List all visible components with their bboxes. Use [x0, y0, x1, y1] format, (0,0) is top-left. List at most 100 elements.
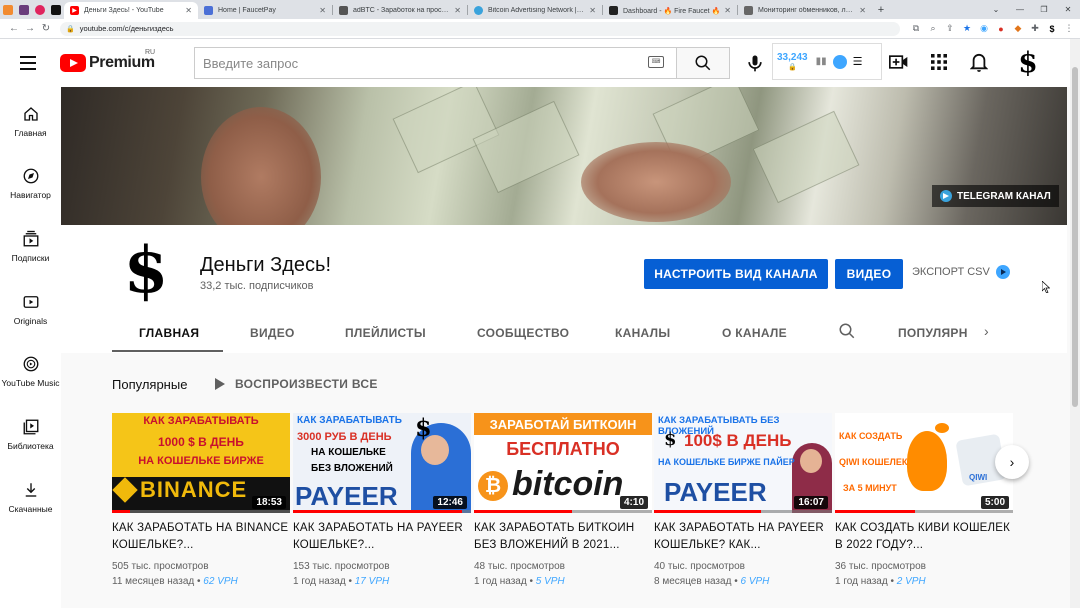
guide-menu-icon[interactable] [20, 53, 40, 73]
tab-community[interactable]: СООБЩЕСТВО [477, 314, 569, 352]
video-card[interactable]: КАК ЗАРАБАТЫВАТЬ 3000 РУБ В ДЕНЬ НА КОШЕ… [293, 413, 471, 589]
voice-search-button[interactable] [745, 53, 765, 73]
video-thumbnail[interactable]: ЗАРАБОТАЙ БИТКОИН БЕСПЛАТНО ₿ bitcoin 4:… [474, 413, 652, 513]
forward-icon[interactable]: → [22, 23, 38, 34]
extension-metamask-icon[interactable]: ◆ [1013, 23, 1023, 34]
menu-lines-icon[interactable]: ☰ [853, 55, 863, 68]
close-tab-icon[interactable]: ✕ [859, 6, 866, 15]
tab-search-icon[interactable]: ⌄ [984, 5, 1008, 14]
tab-about[interactable]: О КАНАЛЕ [722, 314, 787, 352]
watch-progress [474, 510, 572, 513]
share-icon[interactable]: ⇪ [945, 23, 955, 34]
youtube-premium-logo[interactable]: Premium RU [60, 49, 155, 73]
video-thumbnail[interactable]: КАК ЗАРАБАТЫВАТЬ БЕЗ ВЛОЖЕНИЙ $ 100$ В Д… [654, 413, 832, 513]
tab-home[interactable]: ГЛАВНАЯ [139, 314, 199, 352]
guide-item-home[interactable]: Главная [0, 105, 61, 138]
browser-tab-6[interactable]: Мониторинг обменников, лучш ✕ [738, 2, 872, 19]
pinned-tab-3[interactable] [32, 0, 48, 19]
close-tab-icon[interactable]: ✕ [319, 6, 326, 15]
extension-red-icon[interactable]: ● [996, 24, 1006, 34]
bar-chart-icon[interactable]: ▮▮ [816, 56, 827, 67]
video-card[interactable]: ЗАРАБОТАЙ БИТКОИН БЕСПЛАТНО ₿ bitcoin 4:… [474, 413, 652, 589]
close-window-icon[interactable]: ✕ [1056, 5, 1080, 14]
video-card[interactable]: КАК СОЗДАТЬ QIWI КОШЕЛЕК ЗА 5 МИНУТ QIWI… [835, 413, 1013, 589]
new-tab-button[interactable]: + [872, 4, 890, 16]
reload-icon[interactable]: ↻ [38, 23, 54, 34]
extension-puzzle-icon[interactable]: ✚ [1030, 23, 1040, 34]
tabs-scroll-right-icon[interactable]: › [984, 323, 989, 339]
profile-dollar-icon[interactable]: $ [1047, 24, 1057, 34]
video-title[interactable]: КАК ЗАРАБОТАТЬ НА PAYEER КОШЕЛЬКЕ?... [293, 520, 471, 554]
keyboard-icon[interactable]: ⌨ [648, 56, 664, 68]
zoom-icon[interactable]: ⌕ [928, 23, 938, 34]
browser-tab-title: Мониторинг обменников, лучш [758, 7, 856, 14]
account-avatar[interactable]: $ [1013, 47, 1043, 79]
restore-icon[interactable]: ❐ [1032, 5, 1056, 14]
pinned-tab-1[interactable] [0, 0, 16, 19]
address-bar[interactable]: 🔒 youtube.com/c/деньгиздесь [60, 21, 900, 36]
apps-button[interactable] [928, 51, 950, 73]
tab-playlists[interactable]: ПЛЕЙЛИСТЫ [345, 314, 426, 352]
open-external-icon[interactable]: ⧉ [911, 23, 921, 34]
browser-tab-4[interactable]: Bitcoin Advertising Network | CO ✕ [468, 2, 602, 19]
video-thumbnail[interactable]: КАК ЗАРАБАТЫВАТЬ 3000 РУБ В ДЕНЬ НА КОШЕ… [293, 413, 471, 513]
video-title[interactable]: КАК ЗАРАБОТАТЬ БИТКОИН БЕЗ ВЛОЖЕНИЙ В 20… [474, 520, 652, 554]
guide-item-subscriptions[interactable]: Подписки [0, 230, 61, 263]
music-icon [22, 355, 40, 373]
close-tab-icon[interactable]: ✕ [589, 6, 596, 15]
library-icon [22, 418, 40, 436]
notifications-button[interactable] [968, 51, 990, 73]
thumbnail-text: КАК СОЗДАТЬ [839, 431, 903, 441]
video-card[interactable]: КАК ЗАРАБАТЫВАТЬ БЕЗ ВЛОЖЕНИЙ $ 100$ В Д… [654, 413, 832, 589]
video-thumbnail[interactable]: КАК ЗАРАБАТЫВАТЬ 1000 $ В ДЕНЬ НА КОШЕЛЬ… [112, 413, 290, 513]
channel-search-button[interactable] [838, 322, 856, 340]
minimize-icon[interactable]: — [1008, 5, 1032, 14]
guide-item-library[interactable]: Библиотека [0, 418, 61, 451]
browser-tab-title: Home | FaucetPay [218, 7, 276, 14]
video-duration: 5:00 [980, 496, 1009, 509]
browser-tab-1[interactable]: ▶ Деньги Здесь! - YouTube ✕ [64, 2, 198, 19]
tab-popular[interactable]: ПОПУЛЯРНЫ [898, 314, 968, 352]
page-scrollbar[interactable] [1070, 39, 1080, 608]
guide-item-downloads[interactable]: Скачанные [0, 481, 61, 514]
play-all-button[interactable]: ВОСПРОИЗВЕСТИ ВСЕ [215, 377, 378, 391]
bookmark-star-icon[interactable]: ★ [962, 23, 972, 34]
export-csv-button[interactable]: ЭКСПОРТ CSV [912, 265, 1010, 279]
close-tab-icon[interactable]: ✕ [185, 6, 192, 15]
video-title[interactable]: КАК СОЗДАТЬ КИВИ КОШЕЛЕК В 2022 ГОДУ?... [835, 520, 1013, 554]
shelf-next-button[interactable]: › [995, 445, 1029, 479]
guide-item-music[interactable]: YouTube Music [0, 355, 61, 388]
close-tab-icon[interactable]: ✕ [724, 6, 731, 15]
guide-label: YouTube Music [1, 378, 60, 388]
video-title[interactable]: КАК ЗАРАБОТАТЬ НА PAYEER КОШЕЛЬКЕ? КАК..… [654, 520, 832, 554]
create-video-button[interactable] [888, 51, 910, 73]
extension-blue-icon[interactable]: ◉ [979, 23, 989, 34]
back-icon[interactable]: ← [6, 23, 22, 34]
manage-videos-button[interactable]: ВИДЕО [835, 259, 903, 289]
guide-item-explore[interactable]: Навигатор [0, 167, 61, 200]
tab-channels[interactable]: КАНАЛЫ [615, 314, 670, 352]
guide-item-originals[interactable]: Originals [0, 293, 61, 326]
scrollbar-thumb[interactable] [1072, 67, 1078, 407]
close-tab-icon[interactable]: ✕ [454, 6, 461, 15]
browser-tab-5[interactable]: Dashboard - 🔥 Fire Faucet 🔥 ✕ [603, 2, 737, 19]
thumbnail-text: QIWI КОШЕЛЕК [839, 457, 908, 467]
video-card[interactable]: КАК ЗАРАБАТЫВАТЬ 1000 $ В ДЕНЬ НА КОШЕЛЬ… [112, 413, 290, 589]
browser-tab-2[interactable]: Home | FaucetPay ✕ [198, 2, 332, 19]
video-title[interactable]: КАК ЗАРАБОТАТЬ НА BINANCE КОШЕЛЬКЕ?... [112, 520, 290, 554]
search-button[interactable] [676, 47, 730, 79]
customize-channel-button[interactable]: НАСТРОИТЬ ВИД КАНАЛА [644, 259, 828, 289]
video-duration: 18:53 [252, 496, 286, 509]
more-vert-icon[interactable]: ⋮ [1064, 23, 1074, 34]
download-icon [22, 481, 40, 499]
tab-videos[interactable]: ВИДЕО [250, 314, 295, 352]
pinned-tab-4[interactable] [48, 0, 64, 19]
upload-age: 1 год назад [835, 576, 888, 587]
pinned-tab-2[interactable] [16, 0, 32, 19]
video-thumbnail[interactable]: КАК СОЗДАТЬ QIWI КОШЕЛЕК ЗА 5 МИНУТ QIWI… [835, 413, 1013, 513]
vidiq-stats-widget[interactable]: 33,243 🔒 ▮▮ ☰ [772, 43, 882, 80]
vidiq-logo-icon[interactable] [832, 54, 847, 69]
search-input[interactable]: Введите запрос [194, 47, 676, 79]
telegram-link[interactable]: TELEGRAM КАНАЛ [932, 185, 1059, 207]
browser-tab-3[interactable]: adBTC - Заработок на просмотр ✕ [333, 2, 467, 19]
